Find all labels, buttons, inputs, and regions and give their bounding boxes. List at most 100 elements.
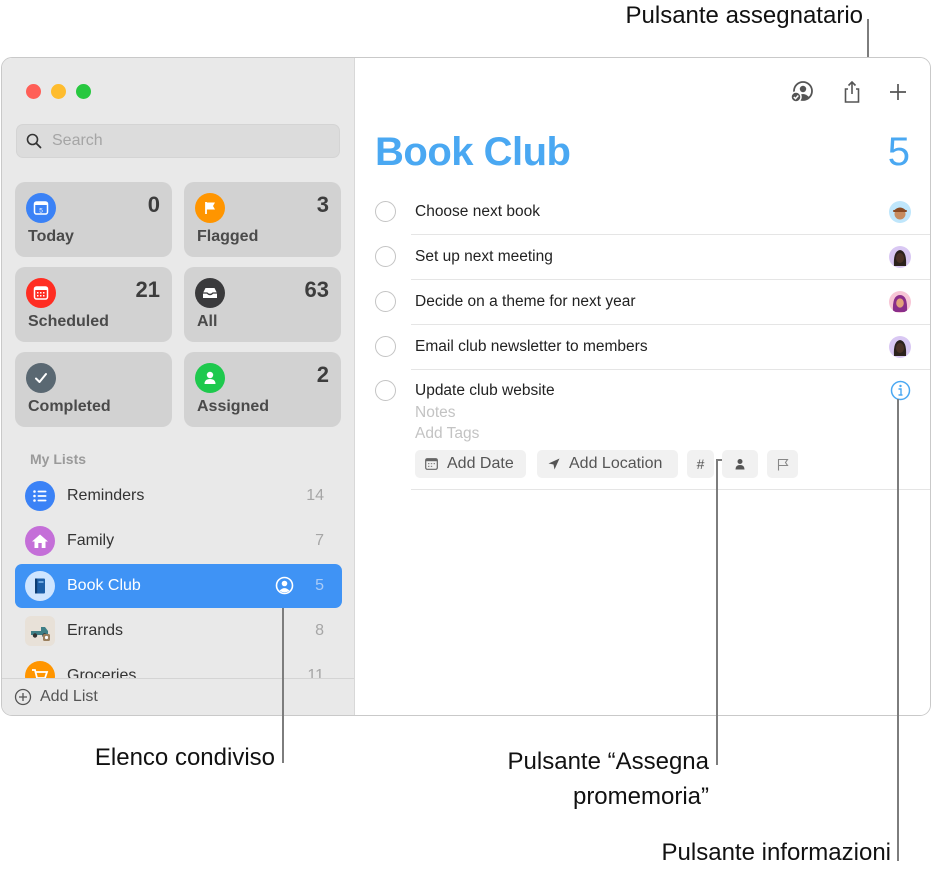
- list-count: 8: [315, 622, 324, 639]
- person-checkmark-icon: [790, 81, 813, 103]
- callout-assign-reminder: Pulsante “Assegna promemoria”: [508, 744, 709, 814]
- list-bullet-icon: [25, 481, 55, 511]
- smart-list-completed[interactable]: Completed: [15, 352, 172, 427]
- assign-reminder-button[interactable]: [722, 450, 758, 478]
- list-item-book-club[interactable]: Book Club 5: [15, 564, 342, 608]
- add-reminder-button[interactable]: [884, 78, 912, 106]
- add-location-label: Add Location: [569, 455, 663, 472]
- callout-assign-line2: promemoria”: [572, 783, 709, 810]
- callout-assignee-button: Pulsante assegnatario: [625, 2, 864, 29]
- task-title[interactable]: Email club newsletter to members: [415, 338, 648, 356]
- scheduled-count: 21: [135, 277, 160, 302]
- callout-line-info: [897, 399, 899, 861]
- smart-list-assigned[interactable]: 2 Assigned: [184, 352, 341, 427]
- task-checkbox[interactable]: [375, 201, 396, 222]
- person-icon: [735, 459, 745, 470]
- task-title[interactable]: Set up next meeting: [415, 248, 553, 266]
- task-row: Set up next meeting: [355, 243, 930, 288]
- task-title[interactable]: Update club website: [415, 382, 555, 400]
- assignee-avatar[interactable]: [889, 291, 911, 313]
- smart-list-scheduled[interactable]: 21 Scheduled: [15, 267, 172, 342]
- list-name: Errands: [67, 622, 124, 639]
- scheduled-label: Scheduled: [28, 313, 109, 330]
- list-count: 5: [315, 577, 324, 594]
- search-field[interactable]: [16, 124, 340, 158]
- callout-line-shared-list: [282, 608, 284, 763]
- list-count: 14: [306, 487, 324, 504]
- smart-list-flagged[interactable]: 3 Flagged: [184, 182, 341, 257]
- row-separator: [411, 279, 930, 280]
- row-separator: [411, 489, 930, 490]
- smart-lists: 5 0 Today 3 Flagged 21 Scheduled 63 All …: [15, 182, 342, 427]
- zoom-button[interactable]: [76, 84, 91, 99]
- calendar-icon: [425, 458, 438, 470]
- assigned-count: 2: [316, 362, 329, 387]
- task-checkbox[interactable]: [375, 246, 396, 267]
- calendar-today-icon: 5: [26, 193, 56, 223]
- callout-assign-line1: Pulsante “Assegna: [507, 748, 709, 775]
- info-circle-icon: [890, 380, 911, 401]
- flag-button[interactable]: [767, 450, 798, 478]
- row-separator: [411, 234, 930, 235]
- all-count: 63: [304, 277, 329, 302]
- task-title[interactable]: Choose next book: [415, 203, 540, 221]
- assignee-toolbar-button[interactable]: [788, 78, 816, 106]
- sidebar: 5 0 Today 3 Flagged 21 Scheduled: [2, 58, 355, 715]
- flag-outline-icon: [777, 458, 789, 470]
- tags-field[interactable]: Add Tags: [415, 425, 479, 443]
- task-row: Email club newsletter to members: [355, 333, 930, 378]
- today-count: 0: [147, 192, 160, 217]
- list-item-family[interactable]: Family 7: [15, 519, 342, 563]
- flagged-label: Flagged: [197, 228, 259, 245]
- callout-line-assign-tick: [716, 459, 722, 461]
- row-separator: [411, 324, 930, 325]
- list-name: Book Club: [67, 577, 141, 594]
- my-lists: Reminders 14 Family 7 Book Club 5 Errand…: [2, 474, 354, 680]
- book-icon: [25, 571, 55, 601]
- task-checkbox[interactable]: [375, 291, 396, 312]
- assignee-avatar[interactable]: [889, 246, 911, 268]
- tray-icon: [195, 278, 225, 308]
- assignee-avatar[interactable]: [889, 336, 911, 358]
- add-date-label: Add Date: [447, 455, 514, 472]
- minimize-button[interactable]: [51, 84, 66, 99]
- list-name: Reminders: [67, 487, 145, 504]
- search-input[interactable]: [50, 131, 314, 151]
- list-item-reminders[interactable]: Reminders 14: [15, 474, 342, 518]
- list-count: 7: [315, 532, 324, 549]
- truck-icon: [25, 616, 55, 646]
- add-list-button[interactable]: Add List: [2, 678, 354, 715]
- task-title[interactable]: Decide on a theme for next year: [415, 293, 636, 311]
- task-checkbox[interactable]: [375, 336, 396, 357]
- search-icon: [26, 133, 42, 149]
- task-row: Choose next book: [355, 198, 930, 243]
- svg-text:5: 5: [39, 208, 43, 215]
- plus-circle-icon: [14, 688, 32, 706]
- hash-icon: #: [696, 456, 705, 472]
- row-separator: [411, 369, 930, 370]
- list-total-count: 5: [887, 130, 910, 174]
- share-icon: [844, 80, 860, 103]
- close-button[interactable]: [26, 84, 41, 99]
- assignee-avatar[interactable]: [889, 201, 911, 223]
- shared-list-icon: [275, 576, 294, 600]
- share-button[interactable]: [838, 78, 866, 106]
- location-arrow-icon: [548, 458, 560, 470]
- list-item-errands[interactable]: Errands 8: [15, 609, 342, 653]
- add-tag-button[interactable]: #: [687, 450, 714, 478]
- list-item-groceries[interactable]: Groceries 11: [15, 654, 342, 680]
- callout-line-assign-reminder: [716, 459, 718, 765]
- list-detail: Book Club 5 Choose next book Set up next…: [355, 58, 930, 715]
- add-list-label: Add List: [40, 688, 98, 705]
- smart-list-today[interactable]: 5 0 Today: [15, 182, 172, 257]
- notes-field[interactable]: Notes: [415, 404, 456, 422]
- plus-icon: [890, 84, 906, 100]
- my-lists-header: My Lists: [30, 451, 87, 467]
- add-date-button[interactable]: Add Date: [415, 450, 526, 478]
- task-row: Decide on a theme for next year: [355, 288, 930, 333]
- smart-list-all[interactable]: 63 All: [184, 267, 341, 342]
- info-button[interactable]: [890, 380, 911, 406]
- add-location-button[interactable]: Add Location: [537, 450, 678, 478]
- task-checkbox[interactable]: [375, 380, 396, 401]
- calendar-grid-icon: [26, 278, 56, 308]
